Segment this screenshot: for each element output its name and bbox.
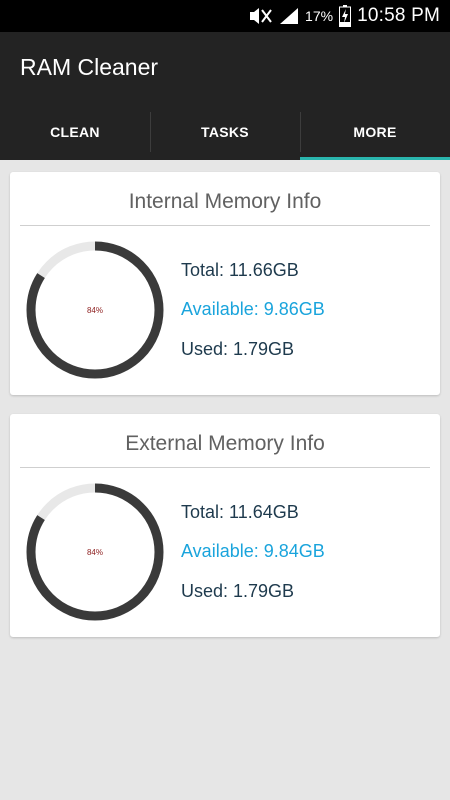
external-available: Available: 9.84GB	[181, 541, 325, 561]
tab-more-label: MORE	[353, 124, 397, 140]
mute-icon	[247, 6, 273, 26]
card-divider	[20, 467, 430, 468]
app-title: RAM Cleaner	[20, 54, 159, 80]
internal-memory-card: Internal Memory Info 84% Total: 11.66GB …	[10, 172, 440, 395]
battery-percent: 17%	[305, 8, 334, 24]
status-bar: 17% 10:58 PM	[0, 0, 450, 32]
tab-clean[interactable]: CLEAN	[0, 104, 150, 160]
external-percent-label: 84%	[86, 547, 103, 557]
app-bar: RAM Cleaner	[0, 32, 450, 104]
tab-tasks[interactable]: TASKS	[150, 104, 300, 160]
external-memory-title: External Memory Info	[125, 432, 325, 455]
internal-percent-label: 84%	[86, 305, 103, 315]
tab-more[interactable]: MORE	[300, 104, 450, 160]
tab-tasks-label: TASKS	[201, 124, 249, 140]
external-used: Used: 1.79GB	[181, 581, 295, 601]
internal-memory-title: Internal Memory Info	[128, 190, 322, 213]
tab-bar: CLEAN TASKS MORE	[0, 104, 450, 160]
clock: 10:58 PM	[357, 5, 440, 26]
signal-icon	[279, 7, 299, 25]
internal-total: Total: 11.66GB	[181, 260, 299, 280]
internal-memory-ring: 84%	[25, 240, 165, 380]
tab-clean-label: CLEAN	[50, 124, 100, 140]
external-total: Total: 11.64GB	[181, 502, 299, 522]
external-memory-card: External Memory Info 84% Total: 11.64GB …	[10, 414, 440, 637]
external-memory-ring: 84%	[25, 482, 165, 622]
battery-charging-icon	[339, 5, 352, 27]
internal-used: Used: 1.79GB	[181, 339, 295, 359]
internal-available: Available: 9.86GB	[181, 299, 325, 319]
card-divider	[20, 225, 430, 226]
